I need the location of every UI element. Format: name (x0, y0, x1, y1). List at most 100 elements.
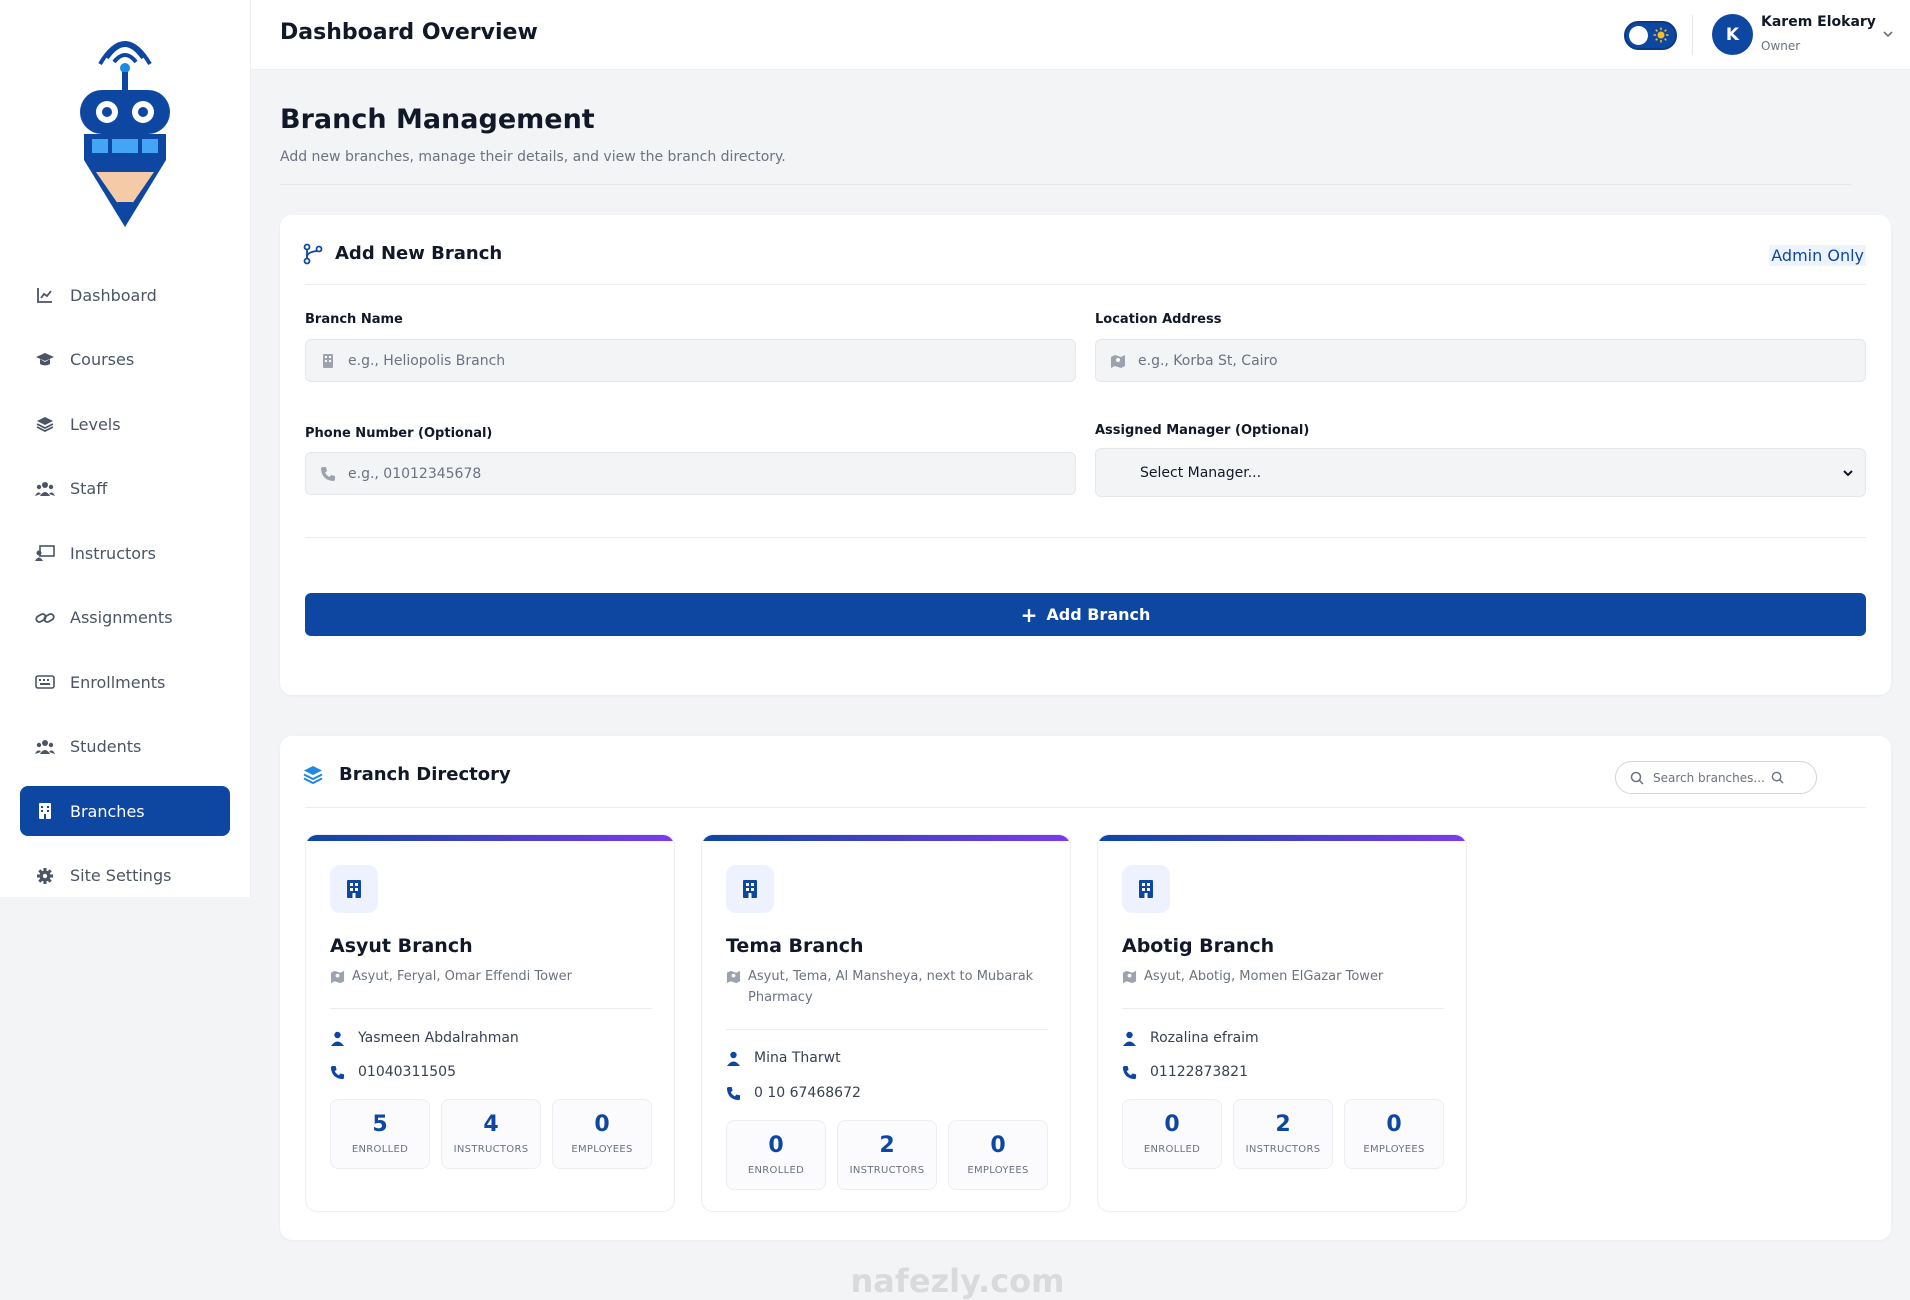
branch-card[interactable]: Asyut Branch Asyut, Feryal, Omar Effendi… (305, 834, 675, 1212)
stat-instructors: 2 INSTRUCTORS (837, 1120, 937, 1190)
stat-label: ENROLLED (351, 1143, 409, 1155)
stat-label: EMPLOYEES (967, 1164, 1029, 1176)
manager-name: Yasmeen Abdalrahman (358, 1030, 519, 1046)
robot-pencil-logo (80, 41, 170, 227)
user-icon (331, 1031, 344, 1046)
branch-name: Asyut Branch (330, 935, 473, 957)
building-icon (1122, 865, 1170, 913)
sidebar-item-instructors[interactable]: Instructors (20, 528, 230, 578)
branch-name-input[interactable] (348, 352, 1075, 369)
layers-icon (303, 766, 323, 785)
add-branch-button[interactable]: + Add Branch (305, 593, 1866, 636)
stat-employees: 0 EMPLOYEES (948, 1120, 1048, 1190)
stat-employees: 0 EMPLOYEES (1344, 1099, 1444, 1169)
branch-manager: Mina Tharwt (726, 1050, 841, 1066)
branch-name: Tema Branch (726, 935, 864, 957)
page-title: Branch Management (280, 104, 595, 135)
chevron-down-icon[interactable] (1881, 27, 1895, 41)
sidebar-item-site-settings[interactable]: Site Settings (20, 851, 230, 901)
watermark-text: nafezly.com (850, 1262, 1065, 1300)
stat-label: INSTRUCTORS (453, 1143, 529, 1155)
directory-title: Branch Directory (339, 764, 511, 785)
sidebar-item-label: Courses (70, 350, 135, 369)
phone-label: Phone Number (Optional) (305, 426, 493, 441)
sidebar-item-label: Levels (70, 414, 121, 434)
stat-enrolled: 0 ENROLLED (1122, 1099, 1222, 1169)
map-icon (726, 970, 741, 984)
sidebar-item-label: Instructors (70, 543, 156, 563)
phone-number: 0 10 67468672 (754, 1085, 861, 1101)
stat-value: 2 (1275, 1111, 1291, 1137)
map-icon (1111, 354, 1125, 368)
link-icon (34, 607, 56, 629)
users-icon (34, 478, 56, 500)
stat-instructors: 2 INSTRUCTORS (1233, 1099, 1333, 1169)
location-field[interactable] (1095, 339, 1866, 382)
sidebar-nav: Dashboard Courses Levels Staff Instructo… (20, 270, 230, 915)
user-name[interactable]: Karem Elokary (1761, 14, 1876, 30)
branch-phone: 01040311505 (330, 1064, 456, 1080)
branch-address: Asyut, Tema, Al Mansheya, next to Mubara… (726, 966, 1046, 1008)
branch-name-field[interactable] (305, 339, 1076, 382)
page-subtitle: Add new branches, manage their details, … (280, 149, 786, 165)
sidebar-item-label: Site Settings (70, 866, 172, 885)
sidebar-item-branches[interactable]: Branches (20, 786, 230, 836)
divider (280, 184, 1852, 185)
sidebar-item-staff[interactable]: Staff (20, 464, 230, 514)
phone-number: 01040311505 (358, 1064, 456, 1080)
gear-icon (34, 865, 56, 887)
add-branch-title: Add New Branch (335, 243, 503, 264)
chart-line-icon (34, 284, 56, 306)
stat-value: 0 (1164, 1111, 1180, 1137)
layers-icon (34, 413, 56, 435)
search-placeholder: Search branches... (1653, 770, 1765, 785)
branch-card[interactable]: Tema Branch Asyut, Tema, Al Mansheya, ne… (701, 834, 1071, 1212)
sidebar-item-students[interactable]: Students (20, 722, 230, 772)
phone-icon (321, 466, 335, 481)
branch-phone: 0 10 67468672 (726, 1085, 861, 1101)
branch-address: Asyut, Feryal, Omar Effendi Tower (330, 966, 650, 987)
search-icon (1771, 771, 1784, 784)
sidebar-item-assignments[interactable]: Assignments (20, 593, 230, 643)
map-icon (330, 970, 345, 984)
stat-value: 0 (1386, 1111, 1402, 1137)
plus-icon: + (1020, 602, 1038, 627)
sidebar-item-courses[interactable]: Courses (20, 335, 230, 385)
stat-value: 4 (483, 1111, 499, 1137)
divider (305, 537, 1866, 538)
users-icon (34, 736, 56, 758)
manager-select[interactable]: Select Manager... (1095, 448, 1866, 497)
graduation-cap-icon (34, 349, 56, 371)
building-icon (34, 800, 56, 822)
branch-address-text: Asyut, Feryal, Omar Effendi Tower (352, 969, 573, 984)
sidebar: Dashboard Courses Levels Staff Instructo… (0, 0, 251, 897)
sidebar-item-label: Students (70, 737, 142, 756)
map-icon (1122, 970, 1137, 984)
search-branches-input[interactable]: Search branches... (1615, 761, 1817, 794)
phone-icon (726, 1086, 741, 1100)
stat-value: 0 (594, 1111, 610, 1137)
card-accent-bar (306, 835, 674, 841)
avatar[interactable]: K (1712, 14, 1753, 55)
chalkboard-teacher-icon (34, 542, 56, 564)
card-accent-bar (1098, 835, 1466, 841)
stat-label: INSTRUCTORS (849, 1164, 925, 1176)
divider (1122, 1008, 1444, 1009)
phone-input[interactable] (348, 465, 1075, 482)
phone-field[interactable] (305, 452, 1076, 495)
divider (305, 807, 1866, 808)
sidebar-item-label: Branches (70, 801, 145, 821)
sidebar-item-levels[interactable]: Levels (20, 399, 230, 449)
sidebar-item-label: Enrollments (70, 672, 166, 692)
sidebar-item-dashboard[interactable]: Dashboard (20, 270, 230, 320)
branch-address-text: Asyut, Tema, Al Mansheya, next to Mubara… (748, 969, 1034, 1005)
manager-label: Assigned Manager (Optional) (1095, 423, 1310, 438)
user-icon (727, 1051, 740, 1066)
stat-label: ENROLLED (1143, 1143, 1201, 1155)
branch-name: Abotig Branch (1122, 935, 1275, 957)
branch-card[interactable]: Abotig Branch Asyut, Abotig, Momen ElGaz… (1097, 834, 1467, 1212)
location-input[interactable] (1138, 352, 1865, 369)
stat-enrolled: 5 ENROLLED (330, 1099, 430, 1169)
sidebar-item-enrollments[interactable]: Enrollments (20, 657, 230, 707)
theme-toggle[interactable] (1624, 21, 1677, 50)
